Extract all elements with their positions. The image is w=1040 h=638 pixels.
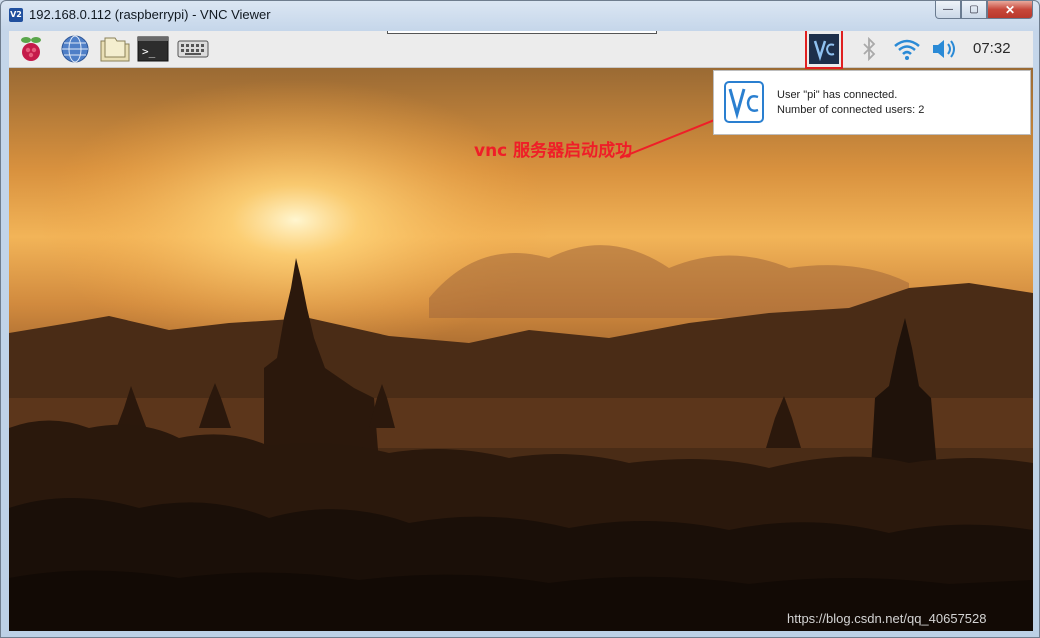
remote-desktop-view[interactable]: >_ 07:32 User "pi" has connected. Number… [9, 31, 1033, 631]
wifi-icon[interactable] [891, 34, 923, 64]
watermark-text: https://blog.csdn.net/qq_40657528 [787, 611, 987, 626]
terminal-icon[interactable]: >_ [137, 34, 169, 64]
bluetooth-icon[interactable] [853, 34, 885, 64]
web-browser-icon[interactable] [59, 34, 91, 64]
svg-text:>_: >_ [142, 45, 156, 58]
window-controls: — ▢ ✕ [935, 1, 1033, 21]
vnc-server-icon[interactable] [805, 31, 843, 69]
notification-connected-text: User "pi" has connected. [777, 89, 898, 101]
window-title: 192.168.0.112 (raspberrypi) - VNC Viewer [29, 7, 271, 22]
panel-clock[interactable]: 07:32 [973, 40, 1011, 57]
raspberry-menu-icon[interactable] [15, 34, 47, 64]
panel-window-indicator [387, 31, 657, 34]
vnc-logo-icon [724, 81, 764, 123]
volume-icon[interactable] [929, 34, 961, 64]
vnc-tray-logo [809, 34, 839, 64]
title-bar[interactable]: V2 192.168.0.112 (raspberrypi) - VNC Vie… [1, 1, 1039, 29]
close-button[interactable]: ✕ [987, 1, 1033, 19]
maximize-button[interactable]: ▢ [961, 1, 987, 19]
vnc-app-icon: V2 [9, 8, 23, 22]
vnc-viewer-window: V2 192.168.0.112 (raspberrypi) - VNC Vie… [0, 0, 1040, 638]
file-manager-icon[interactable] [99, 34, 131, 64]
connection-notification[interactable]: User "pi" has connected. Number of conne… [713, 70, 1031, 135]
notification-user-count-text: Number of connected users: 2 [777, 104, 925, 116]
lxde-panel: >_ 07:32 [9, 31, 1033, 69]
keyboard-icon[interactable] [177, 34, 209, 64]
annotation-label: vnc 服务器启动成功 [474, 141, 633, 161]
minimize-button[interactable]: — [935, 1, 961, 19]
